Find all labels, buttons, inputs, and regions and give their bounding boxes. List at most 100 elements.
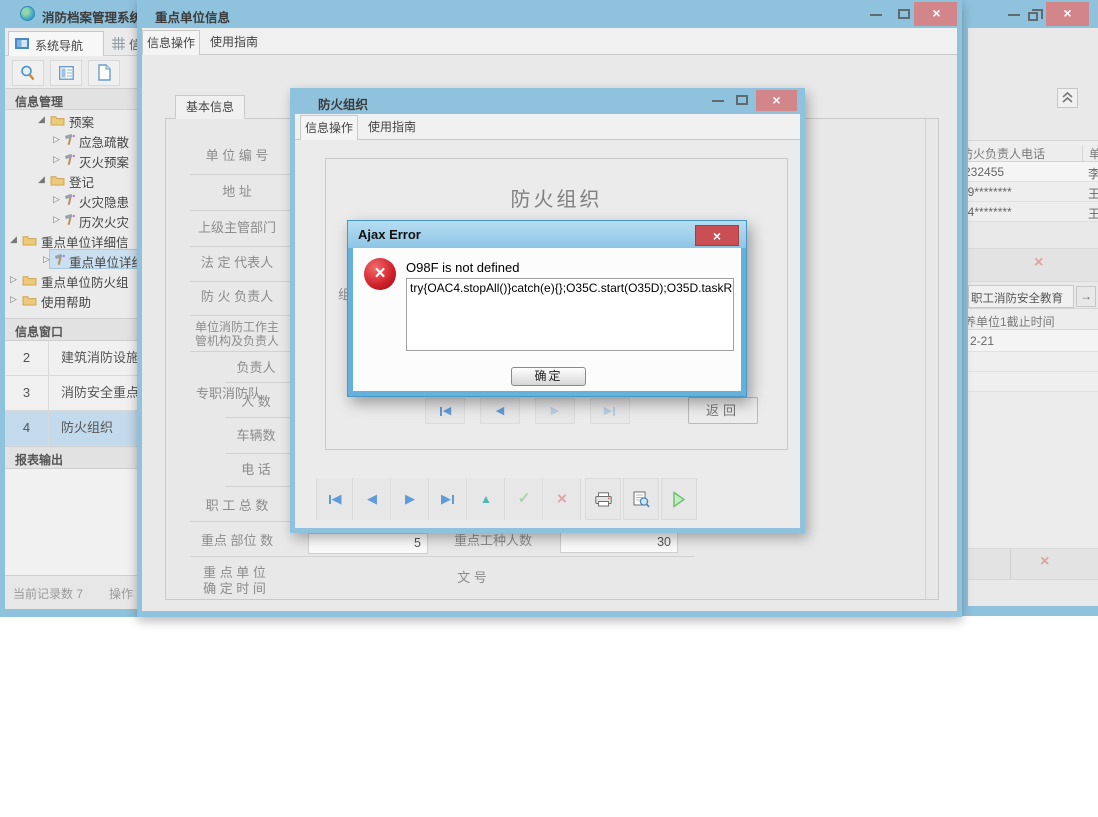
right-minimize-button[interactable] xyxy=(1008,14,1020,16)
info-row-fire-org[interactable]: 4 防火组织 xyxy=(5,411,143,446)
tree-expand-icon[interactable]: ◢ xyxy=(38,113,45,125)
tree-collapse-icon[interactable]: ▷ xyxy=(53,193,60,205)
label-legal-rep: 法 定 代表人 xyxy=(200,255,274,270)
tree-label: 重点单位详细 xyxy=(69,256,143,270)
menu-info-operations[interactable]: 信息操作 xyxy=(300,115,358,140)
keyunit-close-button[interactable]: × xyxy=(914,2,959,26)
key-workers-input[interactable]: 30 xyxy=(560,532,678,553)
ok-button[interactable]: 确定 xyxy=(511,367,586,386)
menu-user-guide[interactable]: 使用指南 xyxy=(363,115,421,140)
deadline-table-header: 养单位1截止时间 xyxy=(968,308,1098,330)
toolbar-prev-button[interactable]: ◀ xyxy=(354,478,391,520)
screen: × 防火负责人电话 单位 232455 李 39******** 王 34***… xyxy=(0,0,1098,817)
record-next-button[interactable]: ▶ xyxy=(535,398,575,424)
tree-expand-icon[interactable]: ◢ xyxy=(10,233,17,245)
toolbar-search-button[interactable] xyxy=(12,60,44,86)
right-restore-button[interactable] xyxy=(1028,9,1043,21)
row-number: 2 xyxy=(5,341,49,375)
toolbar-edit-button[interactable]: ▲ xyxy=(468,478,505,520)
cross-icon: × xyxy=(557,489,567,508)
tree-item-emergency-evacuation[interactable]: ▷ 应急疏散 xyxy=(5,130,143,150)
tree-expand-icon[interactable]: ◢ xyxy=(38,173,45,185)
tree-item-fire-hazard[interactable]: ▷ 火灾隐患 xyxy=(5,190,143,210)
window-border xyxy=(0,609,143,617)
tree-label: 火灾隐患 xyxy=(79,196,130,210)
tree-item-fire-extinguish-plan[interactable]: ▷ 灭火预案 xyxy=(5,150,143,170)
window-border xyxy=(957,0,962,617)
label-brigade-vertical: 专职消防队 xyxy=(196,386,261,403)
tree-item-plans[interactable]: ◢ 预案 xyxy=(5,110,143,130)
fire-org-maximize-button[interactable] xyxy=(736,95,748,105)
back-button[interactable]: 返回 xyxy=(688,397,758,424)
label-confirm-line2: 确 定 时 间 xyxy=(203,581,266,596)
label-address: 地 址 xyxy=(222,184,252,199)
table-row[interactable]: 232455 李 xyxy=(968,162,1098,182)
section-report-output[interactable]: 报表输出 xyxy=(5,446,143,469)
tree-item-past-fires[interactable]: ▷ 历次火灾 xyxy=(5,210,143,230)
tree-collapse-icon[interactable]: ▷ xyxy=(53,133,60,145)
table-row[interactable]: 34******** 王 xyxy=(968,202,1098,222)
phone-cell: 232455 xyxy=(968,165,1005,179)
menu-user-guide[interactable]: 使用指南 xyxy=(205,30,263,55)
toolbar-confirm-button[interactable]: ✓ xyxy=(506,478,543,520)
record-last-button[interactable]: ▶ xyxy=(590,398,630,424)
record-first-button[interactable]: ◀ xyxy=(425,398,465,424)
info-row-building-facilities[interactable]: 2 建筑消防设施 xyxy=(5,341,143,376)
tab-basic-info[interactable]: 基本信息 xyxy=(175,95,245,119)
tree-item-keyunit-fire-org[interactable]: ▷ 重点单位防火组 xyxy=(5,270,143,290)
delete-icon[interactable]: × xyxy=(1040,553,1049,571)
toolbar-form-button[interactable] xyxy=(50,60,82,86)
section-info-manage[interactable]: 信息管理 xyxy=(5,88,143,110)
keyunit-minimize-button[interactable] xyxy=(870,14,882,16)
toolbar-run-button[interactable] xyxy=(661,478,697,520)
tree-item-keyunit-detail-folder[interactable]: ◢ 重点单位详细信 xyxy=(5,230,143,250)
window-border xyxy=(962,0,968,616)
menu-info-operations[interactable]: 信息操作 xyxy=(142,30,200,55)
column-header-unit: 单位 xyxy=(1082,145,1098,161)
label-dept-line2: 管机构及负责人 xyxy=(194,334,279,348)
fire-org-close-button[interactable]: × xyxy=(756,90,797,111)
fire-org-minimize-button[interactable] xyxy=(712,100,724,102)
toolbar-last-button[interactable]: ▶ xyxy=(430,478,467,520)
empty-panel xyxy=(968,392,1098,548)
key-parts-input[interactable]: 5 xyxy=(308,533,428,554)
keyunit-titlebar[interactable] xyxy=(137,0,962,28)
tree-collapse-icon[interactable]: ▷ xyxy=(53,213,60,225)
tree-item-keyunit-detail-selected[interactable]: ▷ 重点单位详细 xyxy=(5,249,143,270)
collapse-panel-button[interactable] xyxy=(1057,88,1078,108)
toolbar-document-button[interactable] xyxy=(88,60,120,86)
error-detail-textarea[interactable]: try{OAC4.stopAll()}catch(e){};O35C.start… xyxy=(406,278,734,351)
error-message: O98F is not defined xyxy=(406,260,520,275)
record-prev-button[interactable]: ◀ xyxy=(480,398,520,424)
section-info-window[interactable]: 信息窗口 xyxy=(5,318,143,341)
ajax-close-button[interactable]: × xyxy=(695,225,739,246)
tab-scroll-right-button[interactable]: → xyxy=(1076,286,1096,307)
tab-staff-fire-safety-education[interactable]: 职工消防安全教育 xyxy=(968,285,1074,308)
toolbar-preview-button[interactable] xyxy=(623,478,659,520)
tree-collapse-icon[interactable]: ▷ xyxy=(53,153,60,165)
tool-icon xyxy=(65,214,75,226)
tree-item-registration[interactable]: ◢ 登记 xyxy=(5,170,143,190)
toolbar-first-button[interactable]: ◀ xyxy=(316,478,353,520)
label-vehicle-count: 车辆数 xyxy=(236,428,276,443)
toolbar-cancel-button[interactable]: × xyxy=(544,478,581,520)
tool-icon xyxy=(65,194,75,206)
folder-icon xyxy=(22,296,37,306)
phone-cell: 39******** xyxy=(968,185,1012,199)
keyunit-maximize-button[interactable] xyxy=(898,9,910,19)
toolbar-print-button[interactable] xyxy=(585,478,621,520)
table-row[interactable]: 39******** 王 xyxy=(968,182,1098,202)
toolbar-next-button[interactable]: ▶ xyxy=(392,478,429,520)
first-record-icon: ◀ xyxy=(439,405,451,417)
table-row[interactable]: 2-21 xyxy=(968,330,1098,352)
tree-collapse-icon[interactable]: ▷ xyxy=(10,293,17,305)
tree-collapse-icon[interactable]: ▷ xyxy=(10,273,17,285)
tree-collapse-icon[interactable]: ▷ xyxy=(43,253,50,265)
deadline-cell: 2-21 xyxy=(970,334,995,348)
up-triangle-icon: ▲ xyxy=(480,492,492,506)
delete-icon[interactable]: × xyxy=(1034,254,1043,272)
tree-item-help[interactable]: ▷ 使用帮助 xyxy=(5,290,143,310)
right-close-button[interactable]: × xyxy=(1046,2,1089,26)
info-row-fire-safety-key[interactable]: 3 消防安全重点 xyxy=(5,376,143,411)
tab-system-nav[interactable]: 系统导航 xyxy=(8,31,104,56)
